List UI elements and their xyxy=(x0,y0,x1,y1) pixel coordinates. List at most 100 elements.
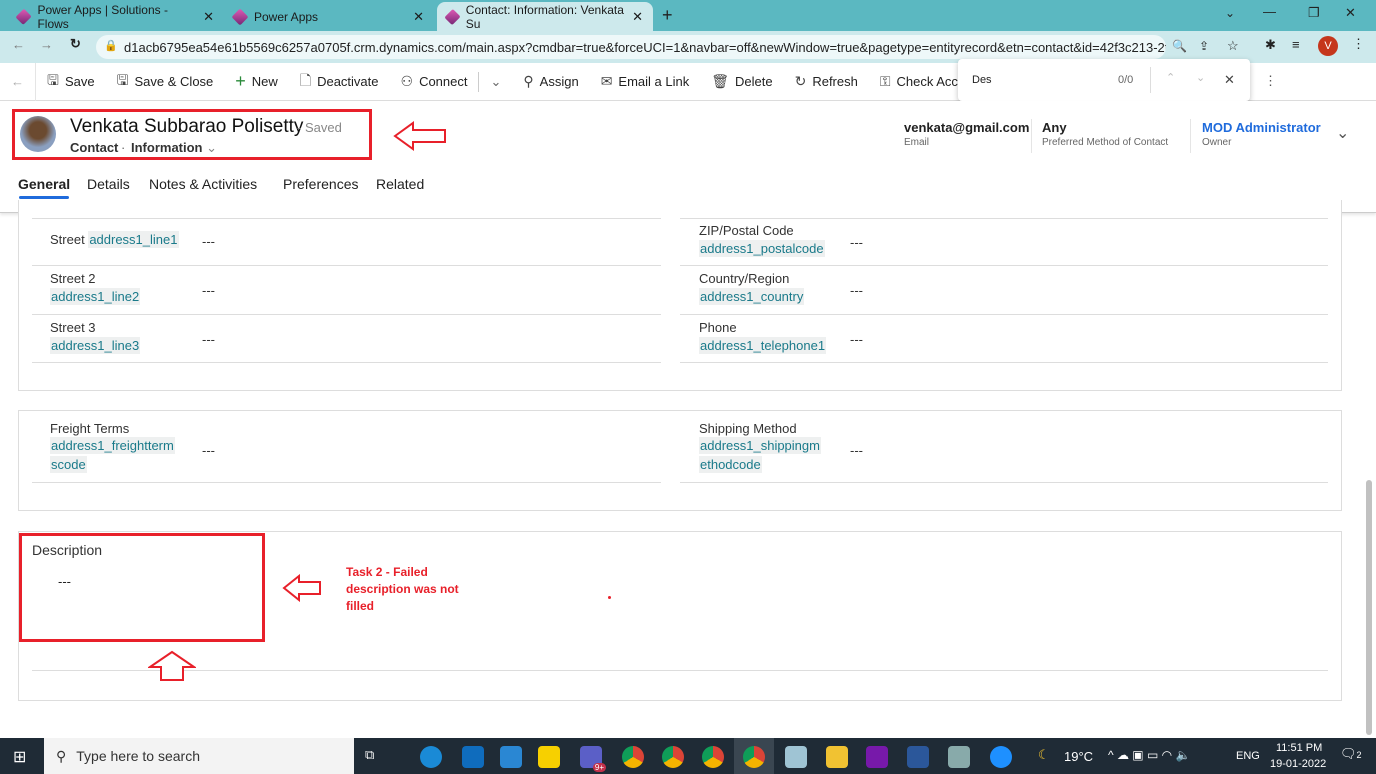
chrome-icon[interactable] xyxy=(702,746,724,768)
help-icon[interactable] xyxy=(990,746,1012,768)
field-phone: Phone address1_telephone1 xyxy=(699,320,827,354)
moon-weather-icon: ☾ xyxy=(1038,747,1050,762)
word-icon[interactable] xyxy=(907,746,929,768)
owner-link[interactable]: MOD Administrator xyxy=(1202,120,1321,135)
zip-value[interactable]: --- xyxy=(850,235,863,250)
more-connect-chevron[interactable]: ⌄ xyxy=(478,71,512,92)
save-close-button[interactable]: 🖫 Save & Close xyxy=(106,63,225,101)
sticky-notes-icon[interactable] xyxy=(538,746,560,768)
browser-tab[interactable]: Power Apps | Solutions - Flows ✕ xyxy=(8,2,224,31)
new-button[interactable]: + New xyxy=(224,63,289,101)
menu-icon[interactable]: ⋮ xyxy=(1352,36,1365,52)
edge-icon[interactable] xyxy=(420,746,442,768)
email-link-button[interactable]: ✉ Email a Link xyxy=(590,63,701,101)
label: Refresh xyxy=(812,74,858,89)
close-tab-icon[interactable]: ✕ xyxy=(413,9,424,25)
language-indicator[interactable]: ENG xyxy=(1236,750,1260,762)
tab-details[interactable]: Details xyxy=(87,176,130,192)
weather-text[interactable]: 19°C xyxy=(1064,749,1093,764)
url-field[interactable]: d1acb6795ea54e61b5569c6257a0705f.crm.dyn… xyxy=(96,35,1166,59)
tab-preferences[interactable]: Preferences xyxy=(283,176,358,192)
profile-avatar[interactable]: V xyxy=(1318,36,1338,56)
label: Email a Link xyxy=(618,74,690,89)
teams-icon[interactable]: 9+ xyxy=(580,746,606,772)
tab-notes-activities[interactable]: Notes & Activities xyxy=(149,176,257,192)
phone-value[interactable]: --- xyxy=(850,332,863,347)
street2-value[interactable]: --- xyxy=(202,283,215,298)
plus-icon: + xyxy=(235,71,246,91)
find-close-icon[interactable]: ✕ xyxy=(1224,72,1235,88)
street-value[interactable]: --- xyxy=(202,234,215,249)
lock-icon: 🔒 xyxy=(104,40,118,52)
scrollbar-thumb[interactable] xyxy=(1366,480,1372,735)
task-view-icon[interactable]: ⧉ xyxy=(365,747,374,763)
tab-related[interactable]: Related xyxy=(376,176,424,192)
find-input[interactable]: Des xyxy=(972,74,992,86)
windows-taskbar: ⊞ ⚲ Type here to search ⧉ 9+ ☾ 19°C ^ ☁ ▣… xyxy=(0,738,1376,774)
tab-general[interactable]: General xyxy=(18,176,70,192)
file-explorer-icon[interactable] xyxy=(826,746,848,768)
notifications-icon[interactable]: 🗨2 xyxy=(1340,746,1362,762)
deactivate-icon: 🗋 xyxy=(299,71,312,88)
connect-button[interactable]: ⚇ Connect xyxy=(390,63,479,101)
shipping-value[interactable]: --- xyxy=(850,443,863,458)
url-text: d1acb6795ea54e61b5569c6257a0705f.crm.dyn… xyxy=(124,39,1166,55)
annotation-box xyxy=(12,109,372,160)
reload-icon[interactable]: ↻ xyxy=(70,36,81,52)
chrome-icon[interactable] xyxy=(622,746,644,768)
back-button[interactable]: ← xyxy=(0,62,36,101)
power-apps-icon xyxy=(15,8,33,25)
connect-icon: ⚇ xyxy=(400,73,414,89)
key-icon: ⚿ xyxy=(879,73,891,89)
save-button[interactable]: 🖫 Save xyxy=(36,63,106,101)
clock-time[interactable]: 11:51 PM xyxy=(1276,742,1322,754)
expand-header-chevron[interactable]: ⌄ xyxy=(1336,123,1349,143)
windows-start-icon[interactable]: ⊞ xyxy=(13,747,26,767)
clock-date[interactable]: 19-01-2022 xyxy=(1270,758,1326,770)
forward-icon[interactable]: → xyxy=(40,37,53,52)
share-icon[interactable]: ⇪ xyxy=(1199,39,1209,53)
app-icon[interactable] xyxy=(785,746,807,768)
chrome-icon[interactable] xyxy=(662,746,684,768)
new-tab-button[interactable]: + xyxy=(662,5,673,26)
more-commands-icon[interactable]: ⋮ xyxy=(1264,73,1277,89)
street3-value[interactable]: --- xyxy=(202,332,215,347)
country-value[interactable]: --- xyxy=(850,283,863,298)
browser-tab[interactable]: Power Apps ✕ xyxy=(224,2,434,31)
active-tab-indicator xyxy=(19,196,69,199)
refresh-button[interactable]: ↻ Refresh xyxy=(784,63,869,101)
paint-icon[interactable] xyxy=(948,746,970,768)
tab-search-icon[interactable]: ⌄ xyxy=(1225,6,1235,20)
freight-value[interactable]: --- xyxy=(202,443,215,458)
email-value[interactable]: venkata@gmail.com xyxy=(904,120,1029,135)
reading-list-icon[interactable]: ≡ xyxy=(1292,37,1300,52)
assign-button[interactable]: ⚲ Assign xyxy=(512,63,589,101)
onenote-icon[interactable] xyxy=(866,746,888,768)
deactivate-button[interactable]: 🗋 Deactivate xyxy=(289,63,390,101)
field-country: Country/Region address1_country xyxy=(699,271,805,305)
tray-icons[interactable]: ^ ☁ ▣ ▭ ◠ 🔈 xyxy=(1108,748,1190,762)
people-icon[interactable] xyxy=(500,746,522,768)
restore-button[interactable]: ❐ xyxy=(1308,5,1320,21)
power-apps-icon xyxy=(444,8,461,25)
find-count: 0/0 xyxy=(1118,74,1134,86)
back-icon[interactable]: ← xyxy=(12,37,25,52)
annotation-box xyxy=(19,533,265,642)
find-prev-icon[interactable]: ⌃ xyxy=(1166,71,1175,84)
minimize-button[interactable]: — xyxy=(1263,4,1276,19)
tab-title: Power Apps xyxy=(254,9,319,24)
outlook-icon[interactable] xyxy=(462,746,484,768)
close-tab-icon[interactable]: ✕ xyxy=(203,9,214,25)
find-next-icon[interactable]: ⌄ xyxy=(1196,71,1205,84)
chrome-icon[interactable] xyxy=(743,746,765,768)
close-window-button[interactable]: ✕ xyxy=(1345,5,1356,21)
find-icon[interactable]: 🔍 xyxy=(1172,39,1187,53)
browser-tab-active[interactable]: Contact: Information: Venkata Su ✕ xyxy=(437,2,653,31)
annotation-arrow-left xyxy=(282,574,321,602)
taskbar-search[interactable]: ⚲ Type here to search xyxy=(44,738,354,774)
extensions-icon[interactable]: ✱ xyxy=(1265,37,1276,53)
delete-button[interactable]: 🗑 Delete xyxy=(700,63,783,101)
annotation-text: Task 2 - Failed description was not filled xyxy=(346,565,459,613)
close-tab-icon[interactable]: ✕ xyxy=(632,9,643,25)
bookmark-star-icon[interactable]: ☆ xyxy=(1227,38,1239,54)
